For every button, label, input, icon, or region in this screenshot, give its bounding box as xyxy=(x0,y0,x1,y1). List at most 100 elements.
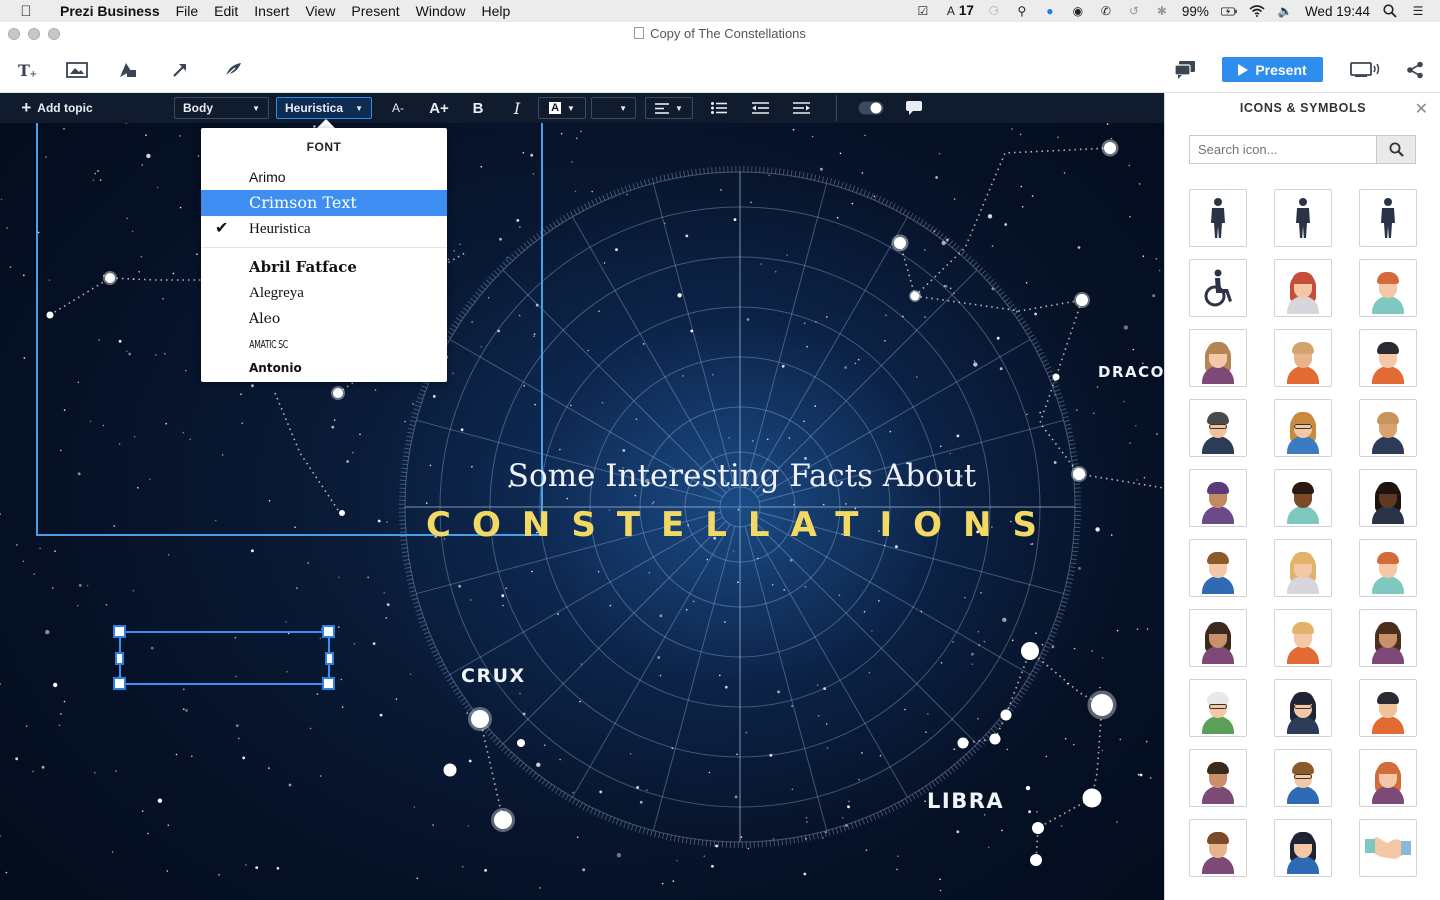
menu-present[interactable]: Present xyxy=(343,0,407,22)
wheelchair-user-icon[interactable] xyxy=(1189,259,1247,317)
menu-help[interactable]: Help xyxy=(473,0,518,22)
outdent-icon[interactable] xyxy=(750,97,770,119)
label-draco[interactable]: DRACO xyxy=(1098,363,1164,381)
blonde-woman-icon[interactable] xyxy=(1274,539,1332,597)
shazam-icon[interactable]: ● xyxy=(1042,3,1058,19)
apple-icon[interactable]:  xyxy=(0,3,52,20)
notification-center-icon[interactable]: ☰ xyxy=(1410,3,1426,19)
font-option-abril-fatface[interactable]: Abril Fatface xyxy=(201,254,447,280)
selected-textbox[interactable] xyxy=(113,625,335,690)
menu-insert[interactable]: Insert xyxy=(246,0,297,22)
alignment-select[interactable]: ▼ xyxy=(645,97,693,119)
curly-woman-icon[interactable] xyxy=(1189,609,1247,667)
brunette-woman-icon[interactable] xyxy=(1359,609,1417,667)
man-glasses-icon[interactable] xyxy=(1274,749,1332,807)
font-option-amatic-sc[interactable]: AMATIC SC xyxy=(201,332,373,358)
decrease-font-size-button[interactable]: A- xyxy=(386,97,410,119)
font-option-arimo[interactable]: Arimo xyxy=(201,164,447,190)
canvas-subtitle[interactable]: Some Interesting Facts About xyxy=(508,458,977,494)
text-style-select[interactable]: Body ▼ xyxy=(174,97,269,119)
indent-icon[interactable] xyxy=(791,97,811,119)
woman-dark-hair-icon[interactable] xyxy=(1274,679,1332,737)
font-option-heuristica[interactable]: ✔ Heuristica xyxy=(201,216,447,242)
menu-edit[interactable]: Edit xyxy=(206,0,246,22)
font-select[interactable]: Heuristica ▼ xyxy=(276,97,372,119)
insert-shape-icon[interactable] xyxy=(115,58,141,82)
spotlight-search-icon[interactable] xyxy=(1382,3,1398,19)
italic-button[interactable]: I xyxy=(507,97,527,119)
increase-font-size-button[interactable]: A+ xyxy=(426,97,452,119)
add-topic-button[interactable]: + Add topic xyxy=(16,97,98,119)
font-option-label: Alegreya xyxy=(249,285,304,301)
menu-window[interactable]: Window xyxy=(408,0,474,22)
dark-skinned-man-icon[interactable] xyxy=(1274,469,1332,527)
menu-file[interactable]: File xyxy=(168,0,207,22)
font-option-antonio[interactable]: Antonio xyxy=(201,358,447,372)
share-icon[interactable] xyxy=(1402,58,1428,82)
bald-man-avatar-icon[interactable] xyxy=(1274,329,1332,387)
man-walking-icon[interactable] xyxy=(1359,189,1417,247)
present-remotely-icon[interactable] xyxy=(1350,58,1382,82)
insert-image-icon[interactable] xyxy=(64,58,90,82)
ginger-man-icon[interactable] xyxy=(1359,539,1417,597)
font-option-alegreya[interactable]: Alegreya xyxy=(201,280,447,306)
icon-search-input[interactable] xyxy=(1189,135,1376,164)
superhero-man-icon[interactable] xyxy=(1359,399,1417,457)
punk-woman-icon[interactable] xyxy=(1189,469,1247,527)
blonde-man-icon[interactable] xyxy=(1274,609,1332,667)
present-button[interactable]: Present xyxy=(1222,57,1323,82)
label-libra[interactable]: LIBRA xyxy=(927,789,1004,813)
bearded-man-icon[interactable] xyxy=(1189,399,1247,457)
man-beanie-icon[interactable] xyxy=(1359,679,1417,737)
lock-icon[interactable]: ⚲ xyxy=(1014,3,1030,19)
insert-text-icon[interactable]: T + xyxy=(14,58,40,82)
font-option-label: Aleo xyxy=(249,311,281,327)
insert-draw-icon[interactable] xyxy=(220,58,246,82)
phone-icon[interactable]: ✆ xyxy=(1098,3,1114,19)
text-color-button[interactable]: A ▼ xyxy=(538,97,586,119)
man-laptop-icon[interactable] xyxy=(1189,749,1247,807)
font-dropdown-header: FONT xyxy=(306,140,342,154)
comments-icon[interactable] xyxy=(1172,58,1198,82)
label-crux[interactable]: CRUX xyxy=(461,665,526,687)
woman-avatar-icon[interactable] xyxy=(1189,329,1247,387)
task-check-icon[interactable]: ☑ xyxy=(915,3,931,19)
man-standing-icon[interactable] xyxy=(1189,189,1247,247)
clock[interactable]: Wed 19:44 xyxy=(1305,4,1370,19)
man-red-beard-icon[interactable] xyxy=(1359,259,1417,317)
font-option-crimson-text[interactable]: Crimson Text xyxy=(201,190,447,216)
redhead-woman-icon[interactable] xyxy=(1359,749,1417,807)
businessman-icon[interactable] xyxy=(1274,189,1332,247)
close-icon[interactable]: ✕ xyxy=(1415,99,1428,119)
dark-skinned-woman-icon[interactable] xyxy=(1359,469,1417,527)
menu-view[interactable]: View xyxy=(297,0,343,22)
bullet-list-icon[interactable] xyxy=(709,97,729,119)
old-man-glasses-icon[interactable] xyxy=(1189,679,1247,737)
record-icon[interactable]: ◉ xyxy=(1070,3,1086,19)
bold-button[interactable]: B xyxy=(468,97,488,119)
presentation-canvas[interactable]: Some Interesting Facts About CONSTELLATI… xyxy=(0,93,1164,900)
superhero-woman-icon[interactable] xyxy=(1274,819,1332,877)
bluetooth-icon[interactable]: ✱ xyxy=(1154,3,1170,19)
highlight-color-select[interactable]: ▼ xyxy=(591,97,636,119)
status-badge[interactable]: A 17 xyxy=(943,3,974,19)
time-machine-icon[interactable]: ↺ xyxy=(1126,3,1142,19)
comment-icon[interactable] xyxy=(904,97,924,119)
woman-headset-icon[interactable] xyxy=(1359,329,1417,387)
handshake-icon[interactable] xyxy=(1359,819,1417,877)
canvas-title[interactable]: CONSTELLATIONS xyxy=(426,505,1058,545)
wifi-icon[interactable] xyxy=(1249,3,1265,19)
woman-redhead-icon[interactable] xyxy=(1274,259,1332,317)
young-man-icon[interactable] xyxy=(1189,539,1247,597)
font-option-aleo[interactable]: Aleo xyxy=(201,306,447,332)
woman-glasses-icon[interactable] xyxy=(1274,399,1332,457)
search-button[interactable] xyxy=(1376,135,1416,164)
sync-icon[interactable]: ⚆ xyxy=(986,3,1002,19)
menu-app-name[interactable]: Prezi Business xyxy=(52,0,168,22)
font-select-value: Heuristica xyxy=(285,101,344,115)
insert-arrow-icon[interactable] xyxy=(167,58,193,82)
battery-icon[interactable] xyxy=(1220,3,1237,19)
brown-hair-man-icon[interactable] xyxy=(1189,819,1247,877)
volume-icon[interactable]: 🔈 xyxy=(1277,3,1293,19)
toggle-icon[interactable] xyxy=(858,97,884,119)
